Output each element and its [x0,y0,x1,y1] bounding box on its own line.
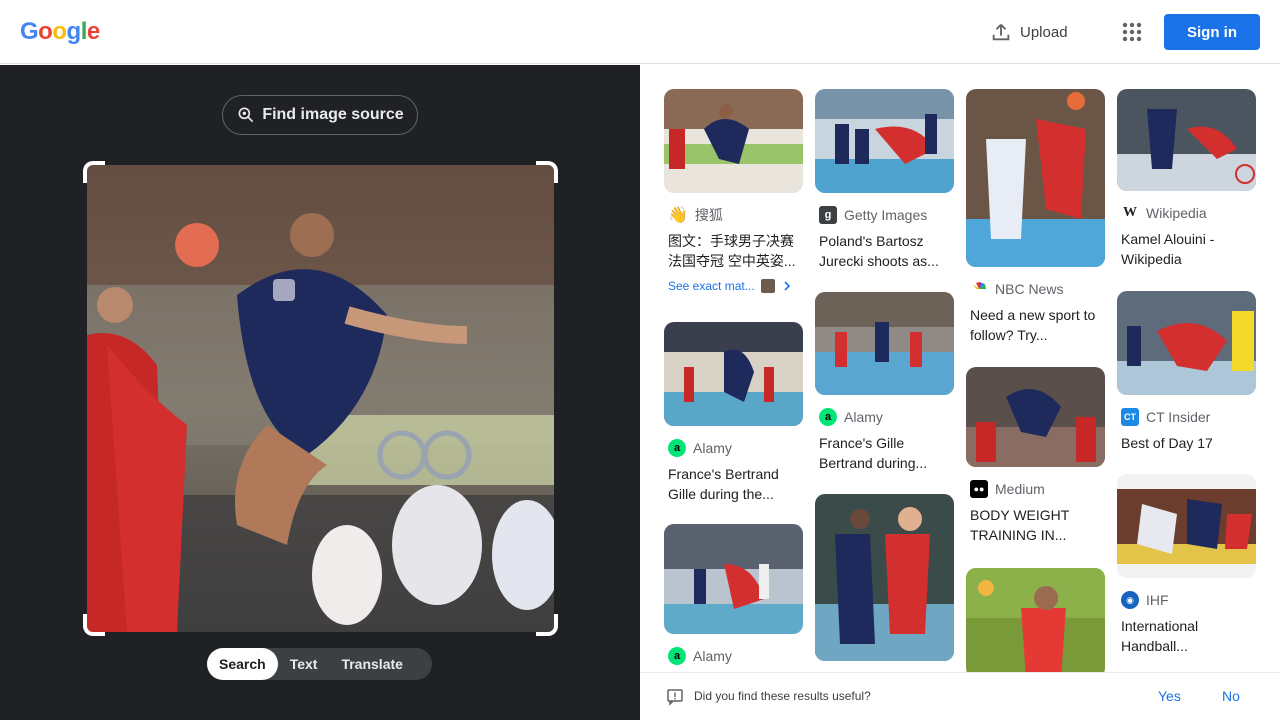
result-card[interactable]: g Getty Images Poland's Bartosz Jurecki … [815,89,954,271]
sign-in-button[interactable]: Sign in [1164,14,1260,50]
result-thumbnail[interactable] [815,292,954,395]
result-thumbnail[interactable] [1117,89,1256,191]
result-source: g Getty Images [819,205,954,225]
upload-icon [992,24,1010,41]
feedback-yes-button[interactable]: Yes [1158,688,1181,704]
result-source: a Alamy [668,438,803,458]
crop-corner-top-left[interactable] [83,161,105,183]
ihf-icon: ◉ [1121,591,1139,609]
result-title[interactable]: 图文：手球男子决赛 法国夺冠 空中英姿... [668,231,803,271]
result-title[interactable]: Best of Day 17 [1121,433,1256,473]
ctinsider-icon: CT [1121,408,1139,426]
result-thumbnail[interactable] [664,89,803,193]
result-source-name: Getty Images [844,207,928,223]
crop-selection-frame[interactable] [83,161,558,636]
result-card[interactable]: NBC News Need a new sport to follow? Try… [966,89,1105,345]
result-source: CT CT Insider [1121,407,1256,427]
result-title[interactable]: France's Bertrand Gille during the... [668,464,803,504]
feedback-icon [667,689,683,706]
result-source: ●● Medium [970,479,1105,499]
result-source: a Alamy [819,407,954,427]
result-thumbnail[interactable] [966,568,1105,678]
apps-grid-icon[interactable] [1120,20,1144,44]
query-image [87,165,554,632]
upload-button[interactable]: Upload [990,18,1068,46]
result-card[interactable]: CT CT Insider Best of Day 17 [1117,291,1256,473]
lens-search-icon [238,107,254,123]
logo-letter-o1: o [38,18,53,45]
result-source-name: Alamy [844,409,883,425]
result-title[interactable]: International Handball... [1121,616,1256,656]
see-exact-matches-label: See exact mat... [668,279,755,293]
lens-mode-tabs: Search Text Translate [207,648,432,680]
google-logo[interactable]: Google [20,18,100,46]
logo-letter-e: e [86,18,100,45]
find-image-source-label: Find image source [262,106,404,123]
alamy-icon: a [819,408,837,426]
result-source: NBC News [970,279,1105,299]
result-thumbnail[interactable] [664,322,803,426]
result-title[interactable]: Kamel Alouini - Wikipedia [1121,229,1256,269]
result-thumbnail[interactable] [815,494,954,661]
logo-letter-g: G [20,18,39,45]
feedback-bar: Did you find these results useful? Yes N… [640,672,1280,720]
feedback-no-button[interactable]: No [1222,688,1240,704]
visual-matches-panel: 👋 搜狐 图文：手球男子决赛 法国夺冠 空中英姿... See exact ma… [640,65,1280,720]
query-image-panel: Find image source Search Text Translate [0,65,640,720]
result-thumbnail[interactable] [1117,474,1256,578]
tab-text[interactable]: Text [278,648,330,680]
result-card[interactable] [815,494,954,661]
result-card[interactable]: a Alamy [664,524,803,666]
result-title[interactable]: France's Gille Bertrand during... [819,433,954,473]
result-card[interactable]: ◉ IHF International Handball... [1117,474,1256,656]
alamy-icon: a [668,647,686,665]
result-thumbnail[interactable] [664,524,803,634]
result-source-name: Wikipedia [1146,205,1207,221]
chevron-right-icon [784,281,790,291]
result-source: W Wikipedia [1121,203,1256,223]
crop-corner-bottom-right[interactable] [536,614,558,636]
result-source-name: Alamy [693,440,732,456]
result-source-name: Medium [995,481,1045,497]
result-source-name: NBC News [995,281,1064,297]
top-bar: Google Upload Sign in [0,0,1280,64]
logo-letter-g2: g [66,18,82,45]
result-card[interactable]: a Alamy France's Gille Bertrand during..… [815,292,954,473]
tab-translate[interactable]: Translate [329,648,414,680]
result-title[interactable]: Need a new sport to follow? Try... [970,305,1105,345]
result-thumbnail[interactable] [815,89,954,193]
result-thumbnail[interactable] [1117,291,1256,395]
result-card[interactable]: 👋 搜狐 图文：手球男子决赛 法国夺冠 空中英姿... See exact ma… [664,89,803,293]
result-source: a Alamy [668,646,803,666]
feedback-question: Did you find these results useful? [694,689,871,703]
wikipedia-icon: W [1121,204,1139,222]
result-source: 👋 搜狐 [668,205,803,225]
nbc-icon [973,282,986,289]
result-card[interactable]: ●● Medium BODY WEIGHT TRAINING IN... [966,367,1105,545]
result-title[interactable]: Poland's Bartosz Jurecki shoots as... [819,231,954,271]
crop-corner-top-right[interactable] [536,161,558,183]
see-exact-matches-link[interactable]: See exact mat... [668,279,803,293]
result-source-name: CT Insider [1146,409,1211,425]
logo-letter-o2: o [52,18,67,45]
getty-icon: g [819,206,837,224]
upload-label: Upload [1020,23,1068,41]
result-source-name: 搜狐 [694,207,723,223]
sohu-icon: 👋 [668,207,688,224]
result-source-name: Alamy [693,648,732,664]
result-card[interactable]: a Alamy France's Bertrand Gille during t… [664,322,803,504]
result-source: ◉ IHF [1121,590,1256,610]
alamy-icon: a [668,439,686,457]
medium-icon: ●● [970,480,988,498]
result-card[interactable] [966,568,1105,678]
find-image-source-button[interactable]: Find image source [222,95,418,135]
result-title[interactable]: BODY WEIGHT TRAINING IN... [970,505,1105,545]
exact-match-thumbnail [760,279,775,293]
tab-search[interactable]: Search [207,648,278,680]
result-thumbnail[interactable] [966,89,1105,267]
result-thumbnail[interactable] [966,367,1105,467]
crop-corner-bottom-left[interactable] [83,614,105,636]
result-source-name: IHF [1146,592,1169,608]
result-card[interactable]: W Wikipedia Kamel Alouini - Wikipedia [1117,89,1256,269]
